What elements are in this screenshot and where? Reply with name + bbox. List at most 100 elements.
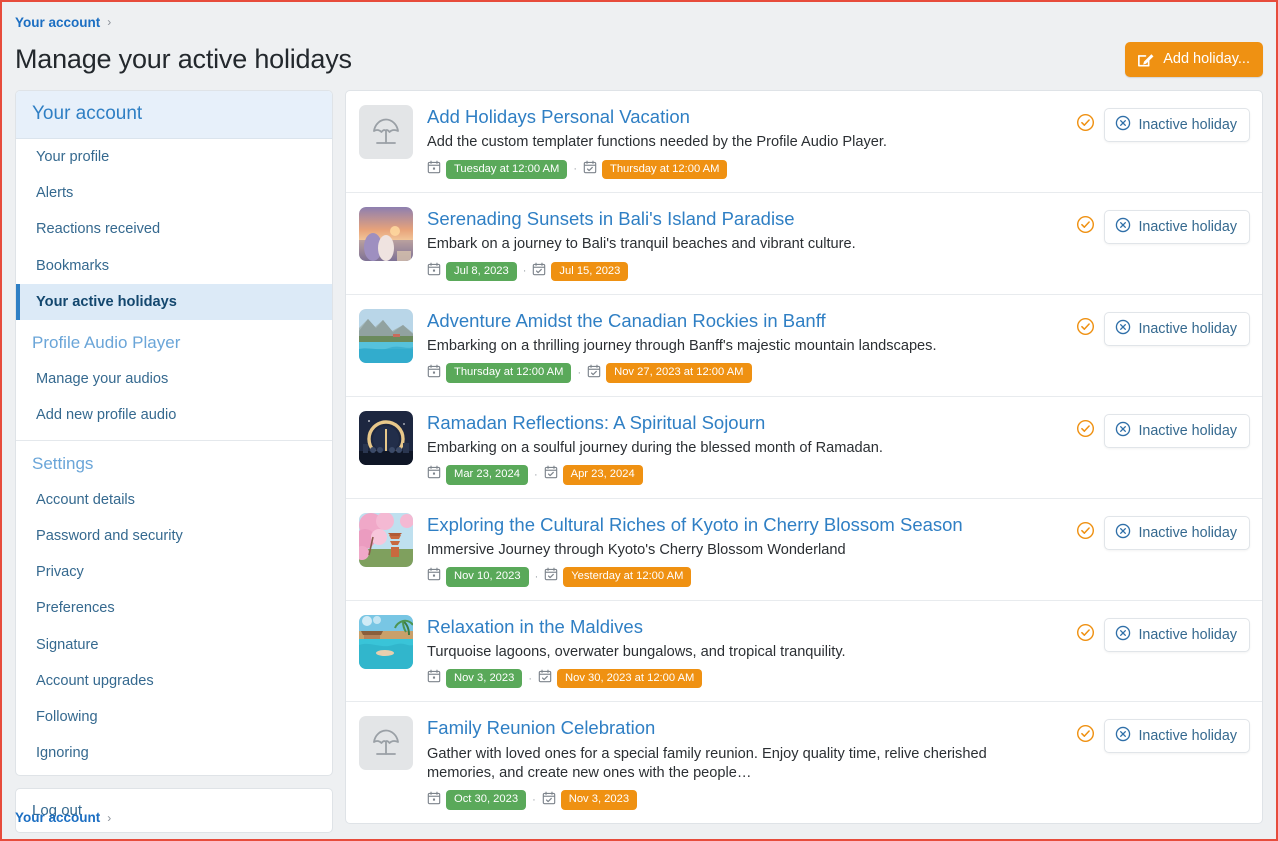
content-columns: Your account Your profile Alerts Reactio…	[2, 84, 1276, 833]
end-date-badge: Apr 23, 2024	[563, 465, 643, 484]
inactive-holiday-button[interactable]: Inactive holiday	[1104, 516, 1250, 550]
calendar-icon	[427, 364, 441, 383]
sidebar-item-your-profile[interactable]: Your profile	[16, 139, 332, 175]
inactive-holiday-button[interactable]: Inactive holiday	[1104, 312, 1250, 346]
sidebar-item-manage-your-audios[interactable]: Manage your audios	[16, 361, 332, 397]
inactive-holiday-button[interactable]: Inactive holiday	[1104, 618, 1250, 652]
circle-x-icon	[1115, 115, 1131, 135]
breadcrumb: Your account ›	[2, 2, 1276, 32]
holiday-title-link[interactable]: Relaxation in the Maldives	[427, 616, 1052, 638]
sidebar-item-following[interactable]: Following	[16, 699, 332, 735]
calendar-icon	[427, 791, 441, 810]
calendar-check-icon	[544, 567, 558, 586]
circle-x-icon	[1115, 421, 1131, 441]
sidebar-item-password-and-security[interactable]: Password and security	[16, 518, 332, 554]
browser-viewport: Your account › Manage your active holida…	[0, 0, 1278, 841]
bali-sunset-photo	[359, 207, 413, 261]
holiday-title-link[interactable]: Adventure Amidst the Canadian Rockies in…	[427, 310, 1052, 332]
calendar-check-icon	[542, 791, 556, 810]
calendar-icon	[427, 567, 441, 586]
sidebar-item-ignoring[interactable]: Ignoring	[16, 735, 332, 774]
calendar-check-icon	[538, 669, 552, 688]
holiday-description: Add the custom templater functions neede…	[427, 133, 1052, 152]
sidebar-item-reactions-received[interactable]: Reactions received	[16, 211, 332, 247]
badge-separator: ·	[527, 673, 533, 685]
sidebar-item-account-upgrades[interactable]: Account upgrades	[16, 663, 332, 699]
table-row[interactable]: Ramadan Reflections: A Spiritual Sojourn…	[346, 397, 1262, 499]
status-badge-label: Inactive holiday	[1138, 423, 1237, 439]
inactive-holiday-button[interactable]: Inactive holiday	[1104, 210, 1250, 244]
status-badge-label: Inactive holiday	[1138, 117, 1237, 133]
sidebar-item-alerts[interactable]: Alerts	[16, 175, 332, 211]
check-circle-icon	[1076, 113, 1095, 137]
sidebar-item-account-details[interactable]: Account details	[16, 482, 332, 518]
sidebar-item-signature[interactable]: Signature	[16, 627, 332, 663]
status-badge-label: Inactive holiday	[1138, 728, 1237, 744]
sidebar-item-privacy[interactable]: Privacy	[16, 554, 332, 590]
badge-separator: ·	[531, 794, 537, 806]
holiday-title-link[interactable]: Serenading Sunsets in Bali's Island Para…	[427, 208, 1052, 230]
row-status: Inactive holiday	[1076, 716, 1250, 753]
table-row[interactable]: Relaxation in the Maldives Turquoise lag…	[346, 601, 1262, 703]
status-badge-label: Inactive holiday	[1138, 627, 1237, 643]
row-content: Exploring the Cultural Riches of Kyoto i…	[427, 513, 1052, 587]
banff-lake-photo	[359, 309, 413, 363]
row-status: Inactive holiday	[1076, 411, 1250, 448]
add-holiday-button-label: Add holiday...	[1163, 51, 1250, 67]
sidebar-item-your-active-holidays[interactable]: Your active holidays	[16, 284, 332, 320]
holiday-title-link[interactable]: Ramadan Reflections: A Spiritual Sojourn	[427, 412, 1052, 434]
circle-x-icon	[1115, 523, 1131, 543]
end-date-badge: Jul 15, 2023	[551, 262, 628, 281]
sidebar-item-add-new-profile-audio[interactable]: Add new profile audio	[16, 397, 332, 433]
row-status: Inactive holiday	[1076, 513, 1250, 550]
badge-separator: ·	[572, 163, 578, 175]
calendar-check-icon	[532, 262, 546, 281]
end-date-badge: Nov 27, 2023 at 12:00 AM	[606, 363, 751, 382]
status-badge-label: Inactive holiday	[1138, 219, 1237, 235]
date-badges: Nov 10, 2023 · Yesterday at 12:00 AM	[427, 567, 1052, 586]
page-header: Manage your active holidays Add holiday.…	[2, 32, 1276, 84]
table-row[interactable]: Serenading Sunsets in Bali's Island Para…	[346, 193, 1262, 295]
badge-separator: ·	[534, 571, 540, 583]
check-circle-icon	[1076, 521, 1095, 545]
sidebar-group-settings: Settings	[16, 441, 332, 482]
check-circle-icon	[1076, 623, 1095, 647]
holiday-title-link[interactable]: Exploring the Cultural Riches of Kyoto i…	[427, 514, 1052, 536]
sidebar-card: Your account Your profile Alerts Reactio…	[15, 90, 333, 776]
sidebar-header-your-account: Your account	[16, 91, 332, 139]
holiday-title-link[interactable]: Add Holidays Personal Vacation	[427, 106, 1052, 128]
sidebar: Your account Your profile Alerts Reactio…	[15, 90, 333, 833]
calendar-icon	[427, 465, 441, 484]
row-status: Inactive holiday	[1076, 309, 1250, 346]
page-container: Your account › Manage your active holida…	[2, 2, 1276, 839]
footer-breadcrumb: Your account ›	[2, 810, 1276, 839]
table-row[interactable]: Exploring the Cultural Riches of Kyoto i…	[346, 499, 1262, 601]
sidebar-item-bookmarks[interactable]: Bookmarks	[16, 248, 332, 284]
circle-x-icon	[1115, 625, 1131, 645]
footer-breadcrumb-link-your-account[interactable]: Your account	[15, 810, 100, 825]
calendar-icon	[427, 669, 441, 688]
table-row[interactable]: Add Holidays Personal Vacation Add the c…	[346, 91, 1262, 193]
holiday-title-link[interactable]: Family Reunion Celebration	[427, 717, 1052, 739]
inactive-holiday-button[interactable]: Inactive holiday	[1104, 108, 1250, 142]
inactive-holiday-button[interactable]: Inactive holiday	[1104, 719, 1250, 753]
maldives-beach-photo	[359, 615, 413, 669]
start-date-badge: Oct 30, 2023	[446, 790, 526, 809]
start-date-badge: Thursday at 12:00 AM	[446, 363, 571, 382]
chevron-right-icon: ›	[107, 812, 111, 824]
table-row[interactable]: Family Reunion Celebration Gather with l…	[346, 702, 1262, 822]
row-content: Serenading Sunsets in Bali's Island Para…	[427, 207, 1052, 281]
holiday-description: Embarking on a thrilling journey through…	[427, 337, 1052, 356]
holiday-description: Turquoise lagoons, overwater bungalows, …	[427, 643, 1052, 662]
sidebar-item-preferences[interactable]: Preferences	[16, 590, 332, 626]
beach-umbrella-placeholder-icon	[359, 716, 413, 770]
sidebar-group-profile-audio-player: Profile Audio Player	[16, 320, 332, 361]
add-holiday-button[interactable]: Add holiday...	[1125, 42, 1263, 77]
circle-x-icon	[1115, 217, 1131, 237]
start-date-badge: Nov 10, 2023	[446, 567, 529, 586]
table-row[interactable]: Adventure Amidst the Canadian Rockies in…	[346, 295, 1262, 397]
badge-separator: ·	[533, 469, 539, 481]
inactive-holiday-button[interactable]: Inactive holiday	[1104, 414, 1250, 448]
breadcrumb-link-your-account[interactable]: Your account	[15, 15, 100, 30]
circle-x-icon	[1115, 319, 1131, 339]
